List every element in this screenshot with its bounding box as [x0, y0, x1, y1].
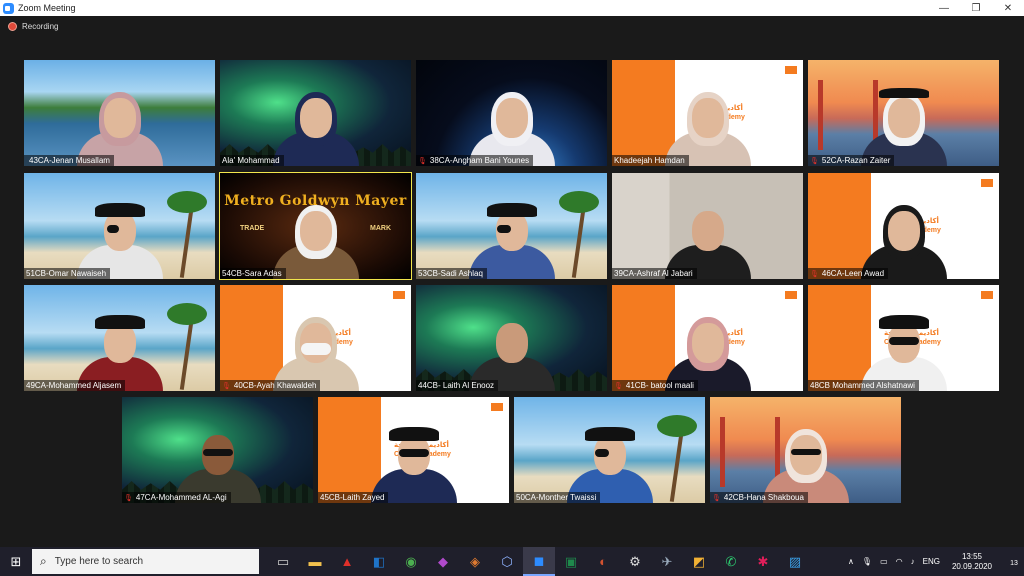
video-tile[interactable]: 🎙 42CB-Hana Shakboua [710, 397, 901, 503]
mic-muted-icon: 🎙 [418, 157, 427, 165]
minimize-button[interactable]: — [928, 0, 960, 16]
video-tile[interactable]: 43CA-Jenan Musallam [24, 60, 215, 166]
participant-name: 45CB-Laith Zayed [318, 492, 389, 503]
participant-name: 44CB- Laith Al Enooz [416, 380, 499, 391]
participant-name: Khadeejah Hamdan [612, 155, 689, 166]
onenote-icon[interactable]: ◆ [427, 547, 459, 576]
video-tile[interactable]: 44CB- Laith Al Enooz [416, 285, 607, 391]
window-title: Zoom Meeting [18, 3, 76, 13]
recording-label: Recording [22, 22, 59, 31]
maximize-button[interactable]: ❐ [960, 0, 992, 16]
mic-muted-icon: 🎙 [222, 382, 231, 390]
battery-icon[interactable]: ▭ [880, 557, 888, 566]
settings-gear-icon[interactable]: ⚙ [619, 547, 651, 576]
chrome-icon[interactable]: ◉ [395, 547, 427, 576]
app-icon[interactable]: ✈ [651, 547, 683, 576]
participant-name: 🎙 47CA-Mohammed AL-Agi [122, 492, 231, 503]
video-tile[interactable]: أكاديمية البرمجةCoding Academy Khadeejah… [612, 60, 803, 166]
mic-muted-icon: 🎙 [124, 494, 133, 502]
slack-icon[interactable]: ✱ [747, 547, 779, 576]
participant-name: 51CB-Omar Nawaiseh [24, 268, 111, 279]
video-tile[interactable]: 🎙 52CA-Razan Zaiter [808, 60, 999, 166]
video-tile[interactable]: 39CA-Ashraf Al Jabari [612, 173, 803, 279]
notification-center-icon[interactable]: 13 [1000, 556, 1020, 568]
video-tile[interactable]: Ala' Mohammad [220, 60, 411, 166]
task-view-icon[interactable]: ▭ [267, 547, 299, 576]
chevron-up-icon[interactable]: ∧ [848, 557, 854, 566]
acrobat-icon[interactable]: ▲ [331, 547, 363, 576]
participant-name: 🎙 52CA-Razan Zaiter [808, 155, 895, 166]
virtualbox-icon[interactable]: ⬡ [491, 547, 523, 576]
mic-muted-icon: 🎙 [810, 270, 819, 278]
video-tile[interactable]: 53CB-Sadi Ashlaq [416, 173, 607, 279]
participant-name: 48CB Mohammed Alshatnawi [808, 380, 919, 391]
video-tile[interactable]: أكاديمية البرمجةCoding Academy 48CB Moha… [808, 285, 999, 391]
mic-muted-icon: 🎙 [810, 157, 819, 165]
clock-time: 13:55 [961, 551, 982, 561]
video-tile[interactable]: أكاديمية البرمجةCoding Academy 45CB-Lait… [318, 397, 509, 503]
whatsapp-icon[interactable]: ✆ [715, 547, 747, 576]
participant-name: 🎙 41CB- batool maali [612, 380, 698, 391]
excel-icon[interactable]: ▣ [555, 547, 587, 576]
outlook-icon[interactable]: ◧ [363, 547, 395, 576]
close-button[interactable]: ✕ [992, 0, 1024, 16]
participant-name: 49CA-Mohammed Aljasem [24, 380, 126, 391]
window-titlebar: Zoom Meeting — ❐ ✕ [0, 0, 1024, 16]
record-icon [8, 22, 17, 31]
participant-name: 🎙 40CB-Ayah Khawaldeh [220, 380, 321, 391]
language-indicator[interactable]: ENG [923, 557, 940, 566]
participant-name: 43CA-Jenan Musallam [24, 155, 114, 166]
participant-name: Ala' Mohammad [220, 155, 284, 166]
windows-start-button[interactable]: ⊞ [0, 547, 32, 576]
microphone-icon[interactable]: 🎙 [862, 557, 872, 566]
recording-indicator[interactable]: Recording [8, 22, 58, 31]
participant-name: 53CB-Sadi Ashlaq [416, 268, 487, 279]
sourcetree-icon[interactable]: ◈ [459, 547, 491, 576]
search-icon: ⌕ [40, 554, 47, 568]
participant-video [272, 88, 359, 166]
participant-name: 🎙 42CB-Hana Shakboua [710, 492, 808, 503]
participant-name: 39CA-Ashraf Al Jabari [612, 268, 697, 279]
participant-name: 🎙 46CA-Leen Awad [808, 268, 889, 279]
zoom-taskbar-icon[interactable]: ◼ [523, 547, 555, 576]
app-icon[interactable]: ◩ [683, 547, 715, 576]
video-tile[interactable]: أكاديمية البرمجةCoding Academy 🎙41CB- ba… [612, 285, 803, 391]
video-tile-active-speaker[interactable]: Metro Goldwyn Mayer TRADE MARK 54CB-Sara… [219, 172, 412, 280]
participant-name: 🎙 38CA-Angham Bani Younes [416, 155, 534, 166]
clock-date: 20.09.2020 [951, 561, 992, 571]
taskbar-search-box[interactable]: ⌕ Type here to search [32, 549, 259, 574]
search-placeholder: Type here to search [54, 556, 144, 567]
video-tile[interactable]: 50CA-Monther Twaissi [514, 397, 705, 503]
zoom-app-icon [3, 2, 14, 14]
video-tile[interactable]: 51CB-Omar Nawaiseh [24, 173, 215, 279]
system-tray: ∧ 🎙 ▭ ◠ ♪ ENG 13:55 20.09.2020 13 [840, 547, 1024, 576]
video-tile[interactable]: أكاديمية البرمجةCoding Academy 🎙40CB-Aya… [220, 285, 411, 391]
volume-icon[interactable]: ♪ [911, 557, 915, 566]
file-explorer-icon[interactable]: ▬ [299, 547, 331, 576]
powerpoint-icon[interactable]: ◐ [587, 547, 619, 576]
wifi-icon[interactable]: ◠ [896, 557, 903, 566]
video-tile[interactable]: 🎙 38CA-Angham Bani Younes [416, 60, 607, 166]
video-tile[interactable]: 49CA-Mohammed Aljasem [24, 285, 215, 391]
mic-muted-icon: 🎙 [712, 494, 721, 502]
participant-name: 50CA-Monther Twaissi [514, 492, 601, 503]
mic-muted-icon: 🎙 [614, 382, 623, 390]
video-tile[interactable]: أكاديمية البرمجةCoding Academy 🎙46CA-Lee… [808, 173, 999, 279]
windows-taskbar: ⊞ ⌕ Type here to search ▭ ▬ ▲ ◧ ◉ ◆ ◈ ⬡ … [0, 547, 1024, 576]
taskbar-clock[interactable]: 13:55 20.09.2020 [952, 552, 992, 572]
notification-count: 13 [1010, 559, 1018, 567]
photos-icon[interactable]: ▨ [779, 547, 811, 576]
participant-name: 54CB-Sara Adas [220, 268, 286, 279]
video-tile[interactable]: 🎙 47CA-Mohammed AL-Agi [122, 397, 313, 503]
